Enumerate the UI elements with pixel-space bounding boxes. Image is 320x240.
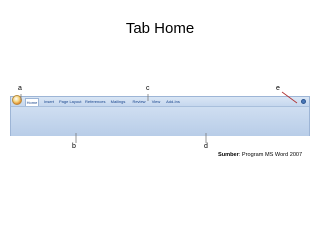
leader-line-e [281,91,298,104]
source-caption: Sumber: Program MS Word 2007 [218,152,302,158]
leader-lines [20,91,298,143]
source-text: : Program MS Word 2007 [238,152,303,158]
source-label: Sumber [218,152,239,158]
